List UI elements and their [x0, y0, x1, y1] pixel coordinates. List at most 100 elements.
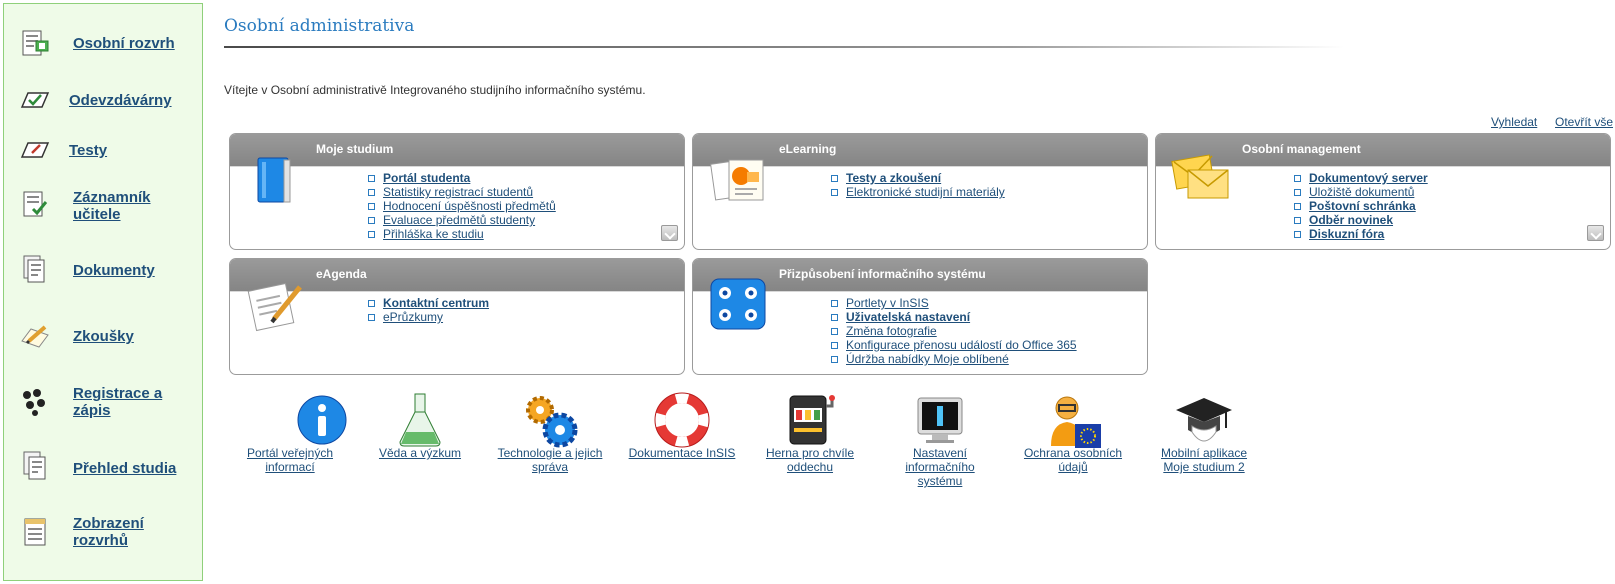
list-item[interactable]: Dokumentový server [1294, 171, 1428, 185]
tile-public-info-portal[interactable]: Portál veřejných informací [228, 395, 352, 474]
link-portlets[interactable]: Portlety v InSIS [846, 296, 929, 310]
link-change-photo[interactable]: Změna fotografie [846, 324, 937, 338]
panel-title: Osobní management [1242, 142, 1361, 156]
graduation-cap-icon [1174, 392, 1234, 452]
tile-technology[interactable]: Technologie a jejich správa [494, 396, 606, 474]
sidebar-item-documents[interactable]: Dokumenty [4, 250, 202, 290]
sidebar-item-teacher-notebook[interactable]: Záznamník učitele [4, 184, 202, 228]
panel-osobni-management: Osobní management Dokumentový server Ulo… [1155, 133, 1611, 250]
presentation-icon [707, 148, 769, 210]
panel-link-list: Portál studenta Statistiky registrací st… [368, 171, 556, 241]
link-course-success[interactable]: Hodnocení úspěšnosti předmětů [383, 199, 556, 213]
sidebar-item-personal-schedule[interactable]: Osobní rozvrh [4, 24, 202, 64]
panel-title: eLearning [779, 142, 837, 156]
tile-science-research[interactable]: Věda a výzkum [368, 393, 472, 460]
list-item[interactable]: Portlety v InSIS [831, 296, 1077, 310]
link-office365-sync[interactable]: Konfigurace přenosu událostí do Office 3… [846, 338, 1077, 352]
link-study-materials[interactable]: Elektronické studijní materiály [846, 185, 1005, 199]
tile-insis-docs[interactable]: Dokumentace InSIS [624, 392, 740, 460]
list-item[interactable]: Diskuzní fóra [1294, 227, 1428, 241]
link-tests-exams[interactable]: Testy a zkoušení [846, 171, 941, 185]
search-link[interactable]: Vyhledat [1491, 115, 1537, 129]
list-item[interactable]: Poštovní schránka [1294, 199, 1428, 213]
lifebuoy-icon [652, 392, 712, 452]
study-overview-icon [18, 450, 52, 482]
link-esurveys[interactable]: ePrůzkumy [383, 310, 443, 324]
expand-button[interactable] [661, 225, 678, 241]
link-course-evaluation[interactable]: Evaluace předmětů studenty [383, 213, 535, 227]
sidebar-item-label[interactable]: Záznamník učitele [73, 189, 193, 223]
link-favorites-maintenance[interactable]: Údržba nabídky Moje oblíbené [846, 352, 1009, 366]
notepad-icon [244, 273, 306, 335]
sidebar-item-schedule-display[interactable]: Zobrazení rozvrhů [4, 510, 202, 554]
sidebar-item-label[interactable]: Registrace a zápis [73, 385, 193, 419]
sidebar-item-study-overview[interactable]: Přehled studia [4, 446, 202, 486]
panel-link-list: Kontaktní centrum ePrůzkumy [368, 296, 489, 324]
schedule-icon [18, 28, 52, 60]
sidebar-item-exams[interactable]: Zkoušky [4, 316, 202, 356]
tile-data-protection[interactable]: Ochrana osobních údajů [1017, 396, 1129, 474]
panel-link-list: Testy a zkoušení Elektronické studijní m… [831, 171, 1005, 199]
sidebar-item-label[interactable]: Zobrazení rozvrhů [73, 515, 193, 549]
list-item[interactable]: Elektronické studijní materiály [831, 185, 1005, 199]
sidebar-item-tests[interactable]: Testy [4, 134, 202, 166]
list-item[interactable]: ePrůzkumy [368, 310, 489, 324]
list-item[interactable]: Údržba nabídky Moje oblíbené [831, 352, 1077, 366]
list-item[interactable]: Hodnocení úspěšnosti předmětů [368, 199, 556, 213]
tile-game-room[interactable]: Herna pro chvíle oddechu [762, 395, 858, 474]
sidebar-item-label[interactable]: Zkoušky [73, 328, 193, 345]
link-contact-center[interactable]: Kontaktní centrum [383, 296, 489, 310]
link-student-portal[interactable]: Portál studenta [383, 171, 470, 185]
panel-link-list: Portlety v InSIS Uživatelská nastavení Z… [831, 296, 1077, 366]
notebook-check-icon [18, 189, 52, 221]
list-item[interactable]: Testy a zkoušení [831, 171, 1005, 185]
link-study-application[interactable]: Přihláška ke studiu [383, 227, 484, 241]
link-document-storage[interactable]: Uložiště dokumentů [1309, 185, 1414, 199]
link-news-subscription[interactable]: Odběr novinek [1309, 213, 1393, 227]
info-icon [292, 392, 352, 452]
gears-icon [520, 392, 580, 452]
link-user-settings[interactable]: Uživatelská nastavení [846, 310, 970, 324]
open-all-link[interactable]: Otevřít vše [1555, 115, 1613, 129]
sidebar-item-label[interactable]: Osobní rozvrh [73, 35, 193, 52]
sidebar-item-submissions[interactable]: Odevzdávárny [4, 82, 202, 118]
tile-mobile-app[interactable]: Mobilní aplikace Moje studium 2 [1152, 398, 1256, 474]
sidebar: Osobní rozvrh Odevzdávárny Testy Záznamn… [3, 3, 203, 581]
list-item[interactable]: Evaluace předmětů studenty [368, 213, 556, 227]
tile-system-settings[interactable]: Nastavení informačního systému [892, 397, 988, 488]
list-item[interactable]: Uživatelská nastavení [831, 310, 1077, 324]
list-item[interactable]: Přihláška ke studiu [368, 227, 556, 241]
test-pen-icon [18, 134, 52, 166]
sidebar-item-label[interactable]: Odevzdávárny [69, 92, 189, 109]
book-icon [244, 148, 306, 210]
link-discussion-forums[interactable]: Diskuzní fóra [1309, 227, 1384, 241]
page-title: Osobní administrativa [224, 16, 415, 36]
title-divider [224, 46, 1344, 48]
expand-button[interactable] [1587, 225, 1604, 241]
link-document-server[interactable]: Dokumentový server [1309, 171, 1428, 185]
calendar-icon [18, 516, 52, 548]
documents-icon [18, 254, 52, 286]
panel-title: Moje studium [316, 142, 394, 156]
panel-customization: Přizpůsobení informačního systému Portle… [692, 258, 1148, 375]
link-registration-stats[interactable]: Statistiky registrací studentů [383, 185, 533, 199]
list-item[interactable]: Uložiště dokumentů [1294, 185, 1428, 199]
list-item[interactable]: Statistiky registrací studentů [368, 185, 556, 199]
envelopes-icon [1170, 148, 1232, 210]
tile-label[interactable]: Nastavení informačního systému [892, 446, 988, 488]
sidebar-item-label[interactable]: Dokumenty [73, 262, 193, 279]
check-folder-icon [18, 84, 52, 116]
list-item[interactable]: Změna fotografie [831, 324, 1077, 338]
sidebar-item-registration[interactable]: Registrace a zápis [4, 380, 202, 424]
person-eu-icon [1043, 392, 1103, 452]
list-item[interactable]: Kontaktní centrum [368, 296, 489, 310]
panel-moje-studium: Moje studium Portál studenta Statistiky … [229, 133, 685, 250]
monitor-icon [910, 392, 970, 452]
list-item[interactable]: Konfigurace přenosu událostí do Office 3… [831, 338, 1077, 352]
list-item[interactable]: Odběr novinek [1294, 213, 1428, 227]
sidebar-item-label[interactable]: Přehled studia [73, 460, 193, 477]
link-mailbox[interactable]: Poštovní schránka [1309, 199, 1416, 213]
sidebar-item-label[interactable]: Testy [69, 142, 189, 159]
panel-title: Přizpůsobení informačního systému [779, 267, 986, 281]
list-item[interactable]: Portál studenta [368, 171, 556, 185]
